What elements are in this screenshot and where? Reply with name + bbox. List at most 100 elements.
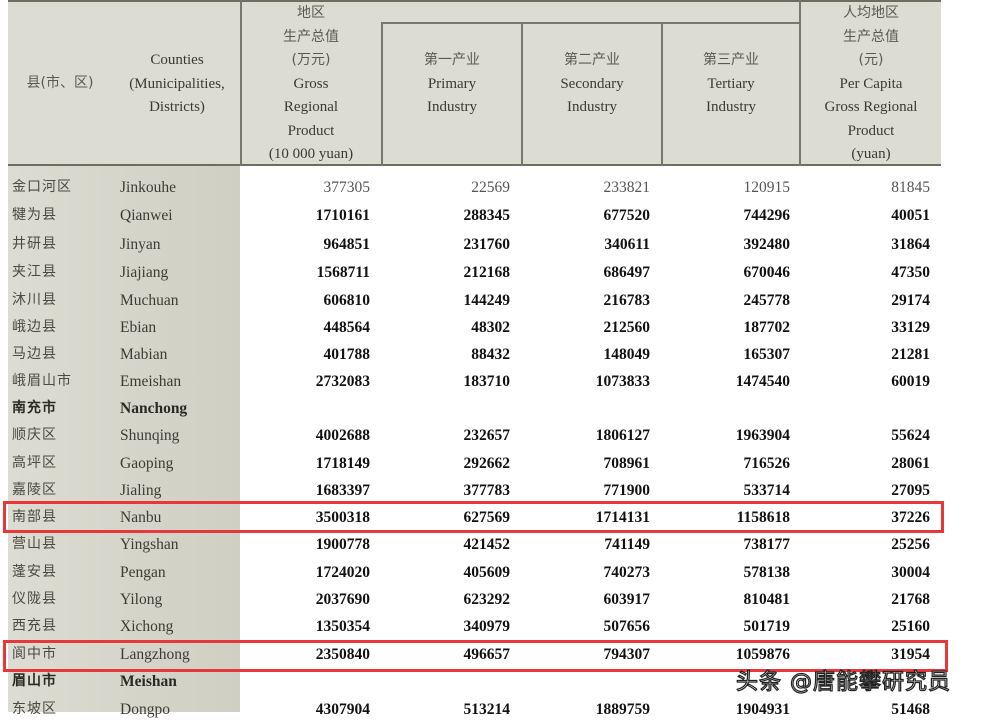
per-capita-grp: 21281 [891, 346, 930, 363]
header-line: Industry [706, 99, 756, 115]
per-capita-grp: 29174 [891, 292, 930, 309]
gross-regional-product: 1710161 [315, 207, 370, 224]
header-line: 第一产业 [424, 52, 480, 68]
gross-regional-product: 377305 [323, 179, 371, 196]
county-name-zh: 顺庆区 [12, 427, 57, 443]
per-capita-grp: 60019 [891, 373, 930, 390]
county-name-en: Xichong [120, 618, 174, 635]
county-name-zh: 眉山市 [12, 673, 57, 689]
header-line: (Municipalities, [129, 75, 225, 92]
tertiary-industry: 738177 [743, 536, 791, 553]
county-name-zh: 南充市 [12, 400, 57, 416]
county-name-zh: 仪陇县 [12, 591, 57, 607]
county-name-en: Yilong [120, 591, 163, 608]
primary-industry: 232657 [463, 427, 511, 444]
header-line: (元) [858, 52, 884, 68]
gross-regional-product: 1568711 [316, 264, 370, 281]
header-primary: 第一产业 Primary Industry [383, 49, 521, 120]
table-row: 井研县 Jinyan 964851 231760 340611 392480 31864 [8, 231, 943, 258]
county-name-zh: 峨边县 [12, 319, 57, 335]
county-name-en: Mabian [120, 346, 168, 363]
county-name-zh: 西充县 [12, 618, 57, 634]
tertiary-industry: 1474540 [735, 373, 790, 390]
tertiary-industry [690, 395, 790, 422]
county-name-en: Yingshan [120, 536, 179, 553]
secondary-industry: 740273 [603, 564, 651, 581]
county-name-zh: 金口河区 [12, 179, 72, 195]
tertiary-industry: 1904931 [735, 701, 790, 718]
secondary-industry: 686497 [603, 264, 651, 281]
table-row: 金口河区 Jinkouhe 377305 22569 233821 120915 81845 [8, 174, 943, 201]
per-capita-grp: 55624 [891, 427, 930, 444]
per-capita-grp [830, 395, 930, 422]
header-line: Regional [283, 99, 339, 115]
gross-regional-product: 964851 [323, 236, 371, 253]
county-name-zh: 井研县 [12, 236, 57, 252]
tertiary-industry: 245778 [743, 292, 791, 309]
tertiary-industry: 165307 [743, 346, 791, 363]
county-name-zh: 营山县 [12, 536, 57, 552]
secondary-industry: 708961 [603, 455, 651, 472]
county-name-zh: 嘉陵区 [12, 482, 57, 498]
secondary-industry: 603917 [603, 591, 651, 608]
primary-industry: 292662 [463, 455, 511, 472]
table-row: 嘉陵区 Jialing 1683397 377783 771900 533714 27095 [8, 477, 943, 504]
county-name-zh: 夹江县 [12, 264, 57, 280]
county-name-en: Jinyan [120, 236, 161, 253]
primary-industry: 212168 [463, 264, 511, 281]
table-row: 峨眉山市 Emeishan 2732083 183710 1073833 1474540 6… [8, 368, 943, 395]
per-capita-grp: 25160 [891, 618, 930, 635]
gross-regional-product: 4307904 [315, 701, 370, 718]
county-name-zh: 沐川县 [12, 292, 57, 308]
primary-industry: 513214 [463, 701, 511, 718]
gross-regional-product: 448564 [323, 319, 371, 336]
per-capita-grp: 27095 [891, 482, 930, 499]
tertiary-industry: 1963904 [735, 427, 790, 444]
primary-industry: 22569 [471, 179, 510, 196]
primary-industry: 183710 [463, 373, 511, 390]
header-tertiary: 第三产业 Tertiary Industry [663, 49, 799, 120]
per-capita-grp: 28061 [891, 455, 930, 472]
table-row: 东坡区 Dongpo 4307904 513214 1889759 1904931 5146… [8, 696, 943, 723]
tertiary-industry: 533714 [743, 482, 791, 499]
county-name-zh: 东坡区 [12, 701, 57, 717]
gross-regional-product: 1900778 [315, 536, 370, 553]
county-name-en: Shunqing [120, 427, 180, 444]
header-line: 生产总值 [283, 28, 339, 45]
header-county-zh: 县(市、区) [10, 72, 110, 96]
primary-industry: 144249 [463, 292, 511, 309]
gross-regional-product: 401788 [323, 346, 371, 363]
primary-industry: 88432 [471, 346, 510, 363]
county-name-zh: 马边县 [12, 346, 57, 362]
per-capita-grp: 81845 [891, 179, 930, 196]
county-name-zh: 高坪区 [12, 455, 57, 471]
per-capita-grp: 21768 [891, 591, 930, 608]
primary-industry: 377783 [463, 482, 511, 499]
table-row: 营山县 Yingshan 1900778 421452 741149 738177 2525… [8, 531, 943, 558]
table-row: 仪陇县 Yilong 2037690 623292 603917 810481 21768 [8, 586, 943, 613]
tertiary-industry: 744296 [743, 207, 791, 224]
secondary-industry: 741149 [604, 536, 650, 553]
county-name-en: Jiajiang [120, 264, 169, 281]
secondary-industry: 233821 [603, 179, 651, 196]
per-capita-grp: 40051 [891, 207, 930, 224]
header-line: Primary [427, 75, 477, 92]
header-line: (万元) [291, 52, 331, 68]
gross-regional-product [270, 395, 370, 422]
table-row: 高坪区 Gaoping 1718149 292662 708961 716526 28061 [8, 450, 943, 477]
gross-regional-product: 1724020 [315, 564, 370, 581]
county-name-en: Qianwei [120, 207, 173, 224]
highlight-box-nanbu [3, 501, 944, 533]
header-line: Product [847, 122, 895, 139]
secondary-industry: 507656 [603, 618, 651, 635]
county-name-en: Jialing [120, 482, 162, 499]
header-line: 生产总值 [843, 28, 899, 45]
table-row: 西充县 Xichong 1350354 340979 507656 501719 25160 [8, 613, 943, 640]
tertiary-industry: 810481 [743, 591, 791, 608]
secondary-industry [550, 668, 650, 695]
header-line: Per Capita [839, 75, 903, 92]
header-line: 第二产业 [564, 52, 620, 68]
county-name-zh: 犍为县 [12, 207, 57, 223]
table-row: 蓬安县 Pengan 1724020 405609 740273 578138 30004 [8, 559, 943, 586]
county-name-en: Ebian [120, 319, 157, 336]
